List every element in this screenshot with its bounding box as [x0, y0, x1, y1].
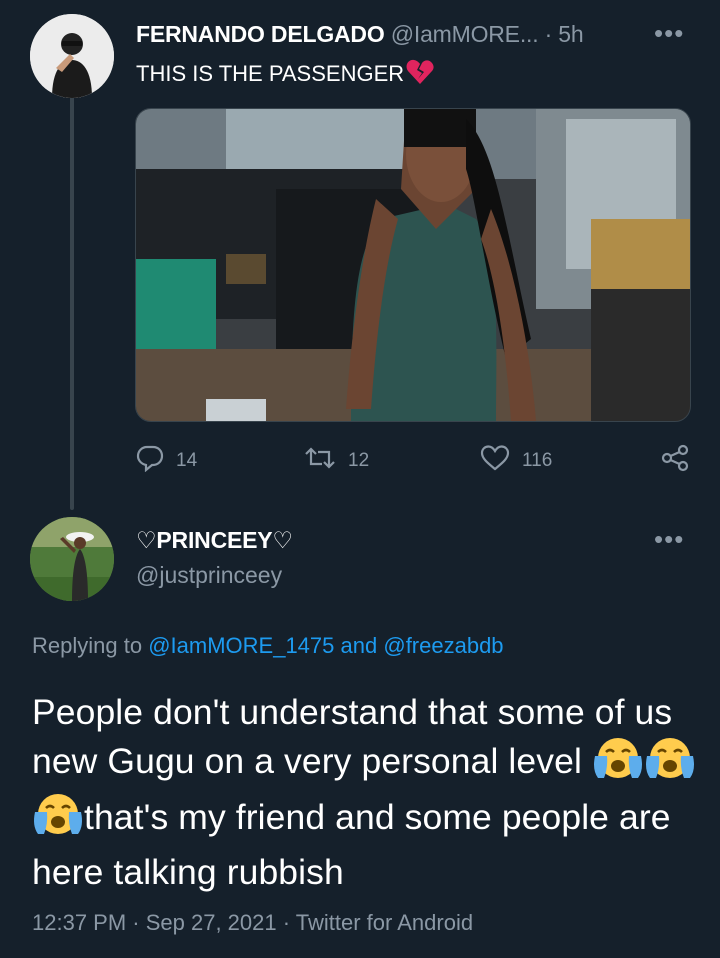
tweet-text: THIS IS THE PASSENGER	[136, 59, 434, 91]
like-count: 116	[522, 450, 553, 471]
retweet-icon[interactable]	[304, 444, 336, 478]
retweet-action[interactable]: 12	[304, 444, 369, 478]
tweet-text-content: THIS IS THE PASSENGER	[136, 61, 405, 86]
replying-and: and	[340, 633, 378, 658]
reply-action[interactable]: 14	[136, 444, 197, 478]
retweet-count: 12	[348, 450, 370, 471]
heart-icon[interactable]	[480, 444, 510, 478]
avatar-princeey[interactable]	[30, 517, 114, 601]
loudly-crying-face-icon	[592, 736, 644, 792]
reply-timestamp[interactable]: 12:37 PM · Sep 27, 2021 · Twitter for An…	[32, 910, 473, 936]
reply-text: People don't understand that some of us …	[32, 688, 702, 896]
replying-user-link-2[interactable]: @freezabdb	[383, 633, 503, 658]
tweet-actions-bar: 14 12 116	[0, 444, 720, 480]
time-separator: ·	[544, 21, 553, 47]
replying-to-line: Replying to @IamMORE_1475 and @freezabdb	[32, 633, 504, 659]
reply-count: 14	[176, 450, 198, 471]
loudly-crying-face-icon	[644, 736, 696, 792]
reply-text-part-2: that's my friend and some people are her…	[32, 797, 671, 892]
like-action[interactable]: 116	[480, 444, 552, 478]
reply-author-handle[interactable]: @justprinceey	[136, 562, 282, 589]
avatar-fernando[interactable]	[30, 14, 114, 98]
tweet-time[interactable]: 5h	[558, 21, 583, 47]
author-handle[interactable]: @IamMORE...	[391, 21, 539, 47]
replying-user-link-1[interactable]: @IamMORE_1475	[148, 633, 334, 658]
broken-heart-icon	[406, 59, 434, 91]
reply-text-part-1: People don't understand that some of us …	[32, 692, 673, 781]
reply-icon[interactable]	[136, 444, 164, 478]
share-icon[interactable]	[660, 444, 690, 478]
more-options-icon[interactable]: •••	[654, 18, 684, 49]
loudly-crying-face-icon	[32, 792, 84, 848]
reply-author-name[interactable]: ♡PRINCEEY♡	[136, 527, 293, 554]
author-name[interactable]: FERNANDO DELGADO	[136, 21, 385, 47]
tweet-header: FERNANDO DELGADO @IamMORE... · 5h	[136, 21, 584, 48]
reply-more-options-icon[interactable]: •••	[654, 524, 684, 555]
tweet-photo[interactable]	[135, 108, 691, 422]
replying-prefix: Replying to	[32, 633, 143, 658]
share-action[interactable]	[660, 444, 690, 478]
